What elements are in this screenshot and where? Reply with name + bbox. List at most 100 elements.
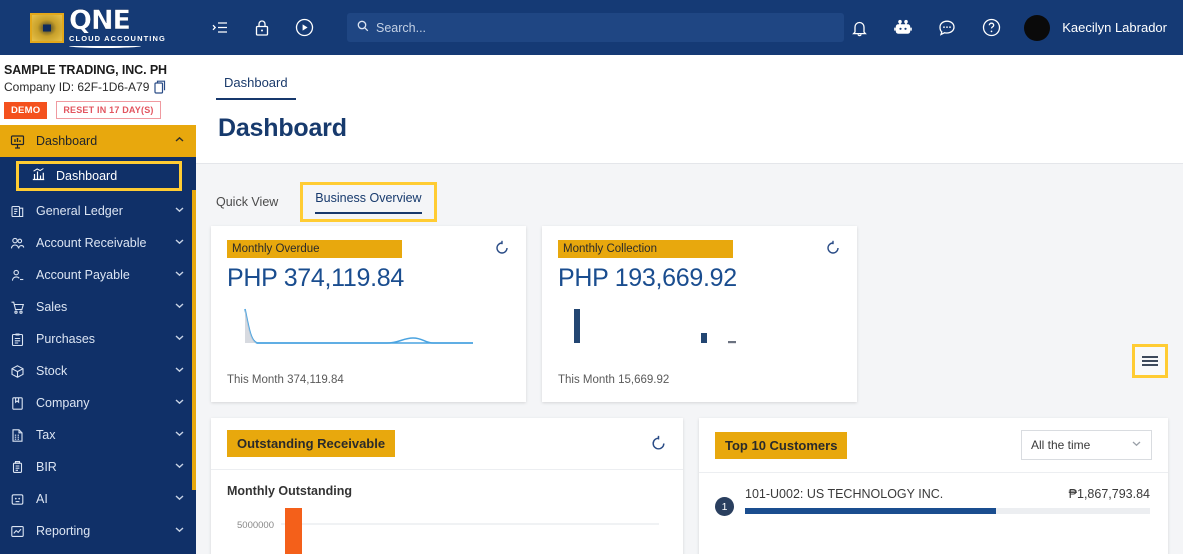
- sidebar-item-dashboard[interactable]: Dashboard: [16, 161, 182, 191]
- chevron-down-icon: [174, 236, 186, 250]
- sidebar-item-bir[interactable]: BIR: [0, 451, 196, 483]
- card-value: PHP 193,669.92: [558, 264, 737, 292]
- chevron-up-icon: [174, 134, 186, 148]
- sidebar-item-reporting[interactable]: Reporting: [0, 515, 196, 547]
- time-filter-select[interactable]: All the time: [1021, 430, 1152, 460]
- sidebar-item-label: Company: [36, 396, 90, 410]
- tab-dashboard[interactable]: Dashboard: [216, 75, 296, 100]
- sidebar-item-label: Account Receivable: [36, 236, 147, 250]
- sparkline-chart: [227, 303, 510, 353]
- chevron-down-icon: [174, 396, 186, 410]
- global-search[interactable]: [347, 13, 844, 42]
- bell-icon[interactable]: [848, 17, 870, 39]
- tax-doc-icon: [9, 428, 26, 443]
- card-top-customers: Top 10 Customers All the time 1 101-U002:…: [699, 418, 1168, 554]
- dashboard-icon: [9, 134, 26, 149]
- customer-progress-bar: [745, 508, 1150, 514]
- chevron-down-icon: [174, 492, 186, 506]
- refresh-icon[interactable]: [650, 435, 667, 452]
- card-footer: This Month 374,119.84: [227, 374, 344, 386]
- sidebar-group-dashboard[interactable]: Dashboard: [0, 125, 196, 157]
- sidebar-item-general-ledger[interactable]: General Ledger: [0, 195, 196, 227]
- chart-bar-icon: [31, 167, 46, 185]
- sidebar-item-label: AI: [36, 492, 48, 506]
- page-title: Dashboard: [218, 114, 347, 142]
- book-icon: [9, 396, 26, 411]
- chat-bubble-icon[interactable]: [936, 17, 958, 39]
- sidebar-item-sales[interactable]: Sales: [0, 291, 196, 323]
- logo-text-block: QNE CLOUD ACCOUNTING: [69, 7, 166, 48]
- sidebar-item-purchases[interactable]: Purchases: [0, 323, 196, 355]
- robot-icon[interactable]: [892, 17, 914, 39]
- company-name: SAMPLE TRADING, INC. PH: [4, 63, 167, 77]
- card-header: Monthly Overdue: [227, 240, 510, 258]
- tab-quick-view[interactable]: Quick View: [216, 195, 278, 209]
- help-circle-icon[interactable]: [980, 17, 1002, 39]
- box-icon: [9, 364, 26, 379]
- receivable-icon: [9, 236, 26, 251]
- tab-strip: Dashboard: [196, 55, 1183, 100]
- sidebar-item-account-payable[interactable]: Account Payable: [0, 259, 196, 291]
- play-circle-icon[interactable]: [293, 17, 315, 39]
- outstanding-chart: 5000000: [211, 498, 683, 554]
- bar-chart: [558, 303, 841, 353]
- card-footer: This Month 15,669.92: [558, 374, 670, 386]
- view-tabs: Quick View Business Overview: [211, 164, 1168, 222]
- avatar[interactable]: [1024, 14, 1051, 41]
- chevron-down-icon: [1131, 438, 1142, 452]
- sidebar: SAMPLE TRADING, INC. PH Company ID: 62F-…: [0, 55, 196, 554]
- sidebar-submenu: Dashboard: [0, 157, 196, 195]
- card-header: Monthly Collection: [558, 240, 841, 258]
- main-content: Dashboard Dashboard Quick View Business …: [196, 55, 1183, 554]
- sidebar-item-label: Account Payable: [36, 268, 130, 282]
- y-axis-tick-label: 5000000: [237, 520, 274, 531]
- logo-tagline: CLOUD ACCOUNTING: [69, 34, 166, 44]
- body-row: SAMPLE TRADING, INC. PH Company ID: 62F-…: [0, 55, 1183, 554]
- status-badge-demo: DEMO: [4, 101, 48, 119]
- customer-progress-fill: [745, 508, 997, 514]
- ai-face-icon: [9, 492, 26, 507]
- hamburger-menu-button[interactable]: [1132, 344, 1168, 378]
- card-title: Outstanding Receivable: [227, 430, 396, 457]
- sidebar-item-label: General Ledger: [36, 204, 123, 218]
- sidebar-item-label: BIR: [36, 460, 57, 474]
- topbar-left-icons: [209, 17, 315, 39]
- status-badge-reset: RESET IN 17 DAY(S): [56, 101, 161, 119]
- sidebar-item-tax[interactable]: Tax: [0, 419, 196, 451]
- customer-list: 1 101-U002: US TECHNOLOGY INC. ₱1,867,793.…: [699, 473, 1168, 516]
- refresh-icon[interactable]: [494, 240, 510, 256]
- page-header: Dashboard: [196, 100, 1183, 164]
- card-title: Monthly Collection: [558, 240, 733, 258]
- copy-icon[interactable]: [154, 80, 166, 94]
- refresh-icon[interactable]: [825, 240, 841, 256]
- tab-business-overview[interactable]: Business Overview: [300, 182, 437, 222]
- sidebar-item-account-receivable[interactable]: Account Receivable: [0, 227, 196, 259]
- user-name[interactable]: Kaecilyn Labrador: [1062, 20, 1167, 35]
- topbar-right-cluster: Kaecilyn Labrador: [848, 14, 1183, 41]
- chevron-down-icon: [174, 364, 186, 378]
- app-logo[interactable]: QNE CLOUD ACCOUNTING: [0, 0, 200, 55]
- report-chart-icon: [9, 524, 26, 539]
- sidebar-item-company[interactable]: Company: [0, 387, 196, 419]
- payable-icon: [9, 268, 26, 283]
- sidebar-item-label: Tax: [36, 428, 56, 442]
- card-monthly-collection: Monthly Collection PHP 193,669.92 This M…: [542, 226, 857, 402]
- logo-name: QNE: [69, 5, 131, 37]
- company-id: Company ID: 62F-1D6-A79: [4, 80, 150, 94]
- chevron-down-icon: [174, 460, 186, 474]
- lock-icon[interactable]: [251, 17, 273, 39]
- customer-name: 101-U002: US TECHNOLOGY INC.: [745, 487, 944, 501]
- status-badges: DEMO RESET IN 17 DAY(S): [4, 101, 196, 119]
- sidebar-item-ai[interactable]: AI: [0, 483, 196, 515]
- chart-subtitle: Monthly Outstanding: [227, 484, 352, 498]
- search-input[interactable]: [376, 20, 834, 35]
- chevron-down-icon: [174, 204, 186, 218]
- chevron-down-icon: [174, 428, 186, 442]
- menu-list-icon[interactable]: [209, 17, 231, 39]
- chevron-down-icon: [174, 524, 186, 538]
- sidebar-item-stock[interactable]: Stock: [0, 355, 196, 387]
- card-title: Monthly Overdue: [227, 240, 402, 258]
- app-root: QNE CLOUD ACCOUNTING Search... Kaecilyn …: [0, 0, 1183, 554]
- customer-row[interactable]: 1 101-U002: US TECHNOLOGY INC. ₱1,867,793.…: [699, 473, 1168, 516]
- chevron-down-icon: [174, 332, 186, 346]
